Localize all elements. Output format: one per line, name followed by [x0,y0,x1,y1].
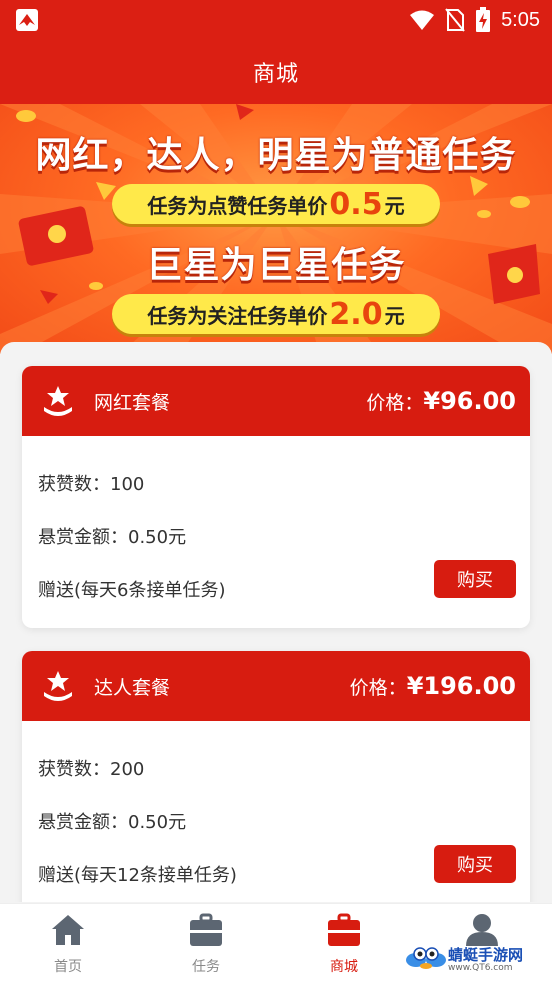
banner-headline-1: 网红，达人，明星为普通任务 [35,135,517,176]
package-card-header: 网红套餐 价格： ¥96.00 [22,366,530,436]
tab-tasks-label: 任务 [192,959,220,975]
promo-banner[interactable]: 网红，达人，明星为普通任务 任务为点赞任务单价 0.5 元 巨星为巨星任务 任务… [0,104,552,354]
tab-home-label: 首页 [54,959,82,975]
banner-pill-follow-price: 任务为关注任务单价 2.0 元 [112,294,440,334]
pill1-prefix: 任务为点赞任务单价 [147,193,328,218]
home-icon [52,915,84,945]
buy-button[interactable]: 购买 [434,845,516,883]
pill2-value: 2.0 [329,296,383,332]
bonus-text: 赠送(每天6条接单任务) [38,580,226,601]
price-value: ¥196.00 [406,672,516,700]
tab-home[interactable]: 首页 [28,912,108,976]
dragonfly-logo-icon [406,947,446,969]
tab-tasks[interactable]: 任务 [166,912,246,976]
reward-amount: 悬赏金额：0.50元 [38,812,187,833]
page-title: 商城 [252,62,299,87]
package-list[interactable]: 网红套餐 价格： ¥96.00 获赞数：100 悬赏金额：0.50元 赠送(每天… [0,342,552,902]
package-badge-icon [44,671,72,701]
likes-count: 获赞数：200 [38,759,145,780]
banner-headline-2: 巨星为巨星任务 [146,245,406,286]
package-card: 达人套餐 价格： ¥196.00 获赞数：200 悬赏金额：0.50元 赠送(每… [22,651,530,902]
price-label: 价格： [366,391,424,414]
pill2-unit: 元 [384,303,405,328]
battery-charging-icon [476,7,491,32]
buy-button[interactable]: 购买 [434,560,516,598]
package-card-header: 达人套餐 价格： ¥196.00 [22,651,530,721]
briefcase-icon [190,913,222,946]
tab-shop[interactable]: 商城 [304,912,384,976]
shop-bag-icon [328,913,360,946]
pill2-prefix: 任务为关注任务单价 [147,303,328,328]
site-watermark: 蜻蜓手游网 www.QT6.com [404,940,552,980]
price-value: ¥96.00 [423,387,516,415]
pill1-unit: 元 [384,193,405,218]
watermark-url: www.QT6.com [448,962,513,973]
package-badge-icon [44,386,72,416]
title-bar: 商城 [0,40,552,104]
likes-count: 获赞数：100 [38,474,145,495]
wifi-icon [410,10,435,30]
reward-amount: 悬赏金额：0.50元 [38,527,187,548]
watermark-text: 蜻蜓手游网 [448,945,524,964]
banner-pill-like-price: 任务为点赞任务单价 0.5 元 [112,184,440,224]
tab-shop-label: 商城 [330,959,358,975]
package-card: 网红套餐 价格： ¥96.00 获赞数：100 悬赏金额：0.50元 赠送(每天… [22,366,530,628]
price-label: 价格： [349,676,407,699]
package-name: 网红套餐 [94,391,171,414]
package-name: 达人套餐 [94,676,171,699]
status-time: 5:05 [501,8,540,31]
pill1-value: 0.5 [329,186,383,222]
app-logo-icon [16,9,38,31]
bonus-text: 赠送(每天12条接单任务) [38,865,237,886]
no-sim-icon [445,8,465,32]
status-bar: 5:05 [0,0,552,40]
